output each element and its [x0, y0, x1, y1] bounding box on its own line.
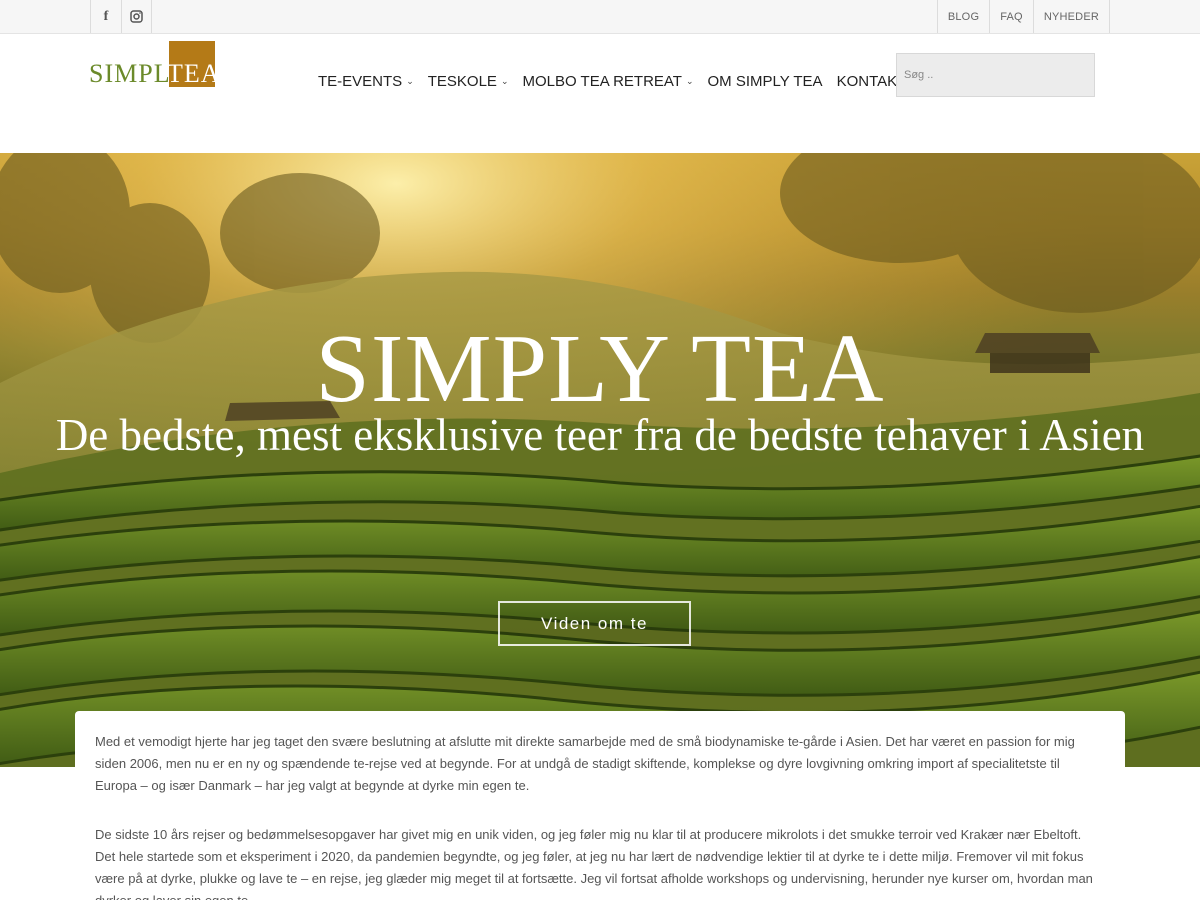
viden-om-te-button[interactable]: Viden om te [498, 601, 691, 646]
nav-item-om-simply-tea[interactable]: OM SIMPLY TEA [708, 73, 823, 90]
hero-title: SIMPLY TEA [315, 315, 885, 423]
top-bar: f BLOG FAQ NYHEDER [0, 0, 1200, 34]
intro-paragraph: De sidste 10 års rejser og bedømmelsesop… [95, 827, 1093, 900]
instagram-icon [130, 10, 143, 23]
tea-plantation-image [0, 153, 1200, 767]
nav-item-te-events[interactable]: TE-EVENTS ⌄ [318, 73, 414, 90]
facebook-icon: f [103, 8, 109, 24]
faq-link[interactable]: FAQ [989, 0, 1033, 33]
chevron-down-icon: ⌄ [500, 76, 509, 86]
instagram-link[interactable] [121, 0, 152, 33]
nav-label: MOLBO TEA RETREAT [522, 73, 682, 90]
site-header: SIMPLY TEA TE-EVENTS ⌄ TESKOLE ⌄ MOLBO T… [0, 34, 1200, 153]
nyheder-link[interactable]: NYHEDER [1032, 0, 1110, 33]
nav-item-teskole[interactable]: TESKOLE ⌄ [428, 73, 509, 90]
intro-paragraph: Med et vemodigt hjerte har jeg taget den… [95, 734, 1075, 793]
facebook-link[interactable]: f [90, 0, 121, 33]
search-input[interactable] [896, 53, 1095, 97]
hero-banner: SIMPLY TEA De bedste, mest eksklusive te… [0, 153, 1200, 767]
hero-subtitle: De bedste, mest eksklusive teer fra de b… [55, 410, 1145, 460]
top-links: BLOG FAQ NYHEDER [936, 0, 1110, 33]
blog-link[interactable]: BLOG [936, 0, 989, 33]
logo-tea: TEA [167, 59, 221, 88]
intro-card: Med et vemodigt hjerte har jeg taget den… [75, 711, 1125, 900]
chevron-down-icon: ⌄ [685, 76, 694, 86]
chevron-down-icon: ⌄ [406, 76, 414, 86]
nav-label: TE-EVENTS [318, 73, 403, 90]
nav-label: TESKOLE [427, 73, 497, 90]
main-nav: TE-EVENTS ⌄ TESKOLE ⌄ MOLBO TEA RETREAT … [318, 73, 920, 90]
logo[interactable]: SIMPLY TEA [89, 41, 220, 87]
nav-item-molbo-tea-retreat[interactable]: MOLBO TEA RETREAT ⌄ [522, 73, 693, 90]
nav-label: OM SIMPLY TEA [707, 73, 823, 90]
social-links: f [90, 0, 152, 33]
